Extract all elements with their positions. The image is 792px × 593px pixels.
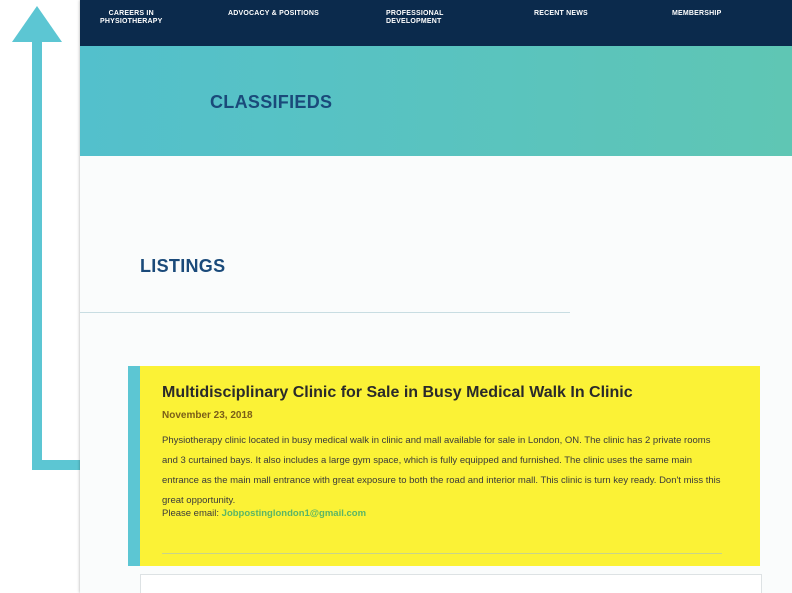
nav-item-recent-news[interactable]: RECENT NEWS <box>534 10 588 18</box>
annotation-arrow-shaft <box>32 30 42 470</box>
listing-divider <box>162 553 722 554</box>
listing-date: November 23, 2018 <box>162 410 253 421</box>
up-arrow-icon <box>12 6 62 42</box>
nav-item-careers[interactable]: CAREERS IN PHYSIOTHERAPY <box>100 10 163 26</box>
email-label: Please email: <box>162 508 220 519</box>
section-divider <box>80 312 570 313</box>
listing-description: Physiotherapy clinic located in busy med… <box>162 435 721 506</box>
nav-item-membership[interactable]: MEMBERSHIP <box>672 10 721 18</box>
main-content: LISTINGS Multidisciplinary Clinic for Sa… <box>80 156 792 593</box>
highlighted-listing: Multidisciplinary Clinic for Sale in Bus… <box>128 366 760 566</box>
website-screenshot: CAREERS IN PHYSIOTHERAPY ADVOCACY & POSI… <box>80 0 792 593</box>
top-nav: CAREERS IN PHYSIOTHERAPY ADVOCACY & POSI… <box>80 0 792 46</box>
nav-item-professional-development[interactable]: PROFESSIONAL DEVELOPMENT <box>386 10 444 26</box>
page-banner: CLASSIFIEDS <box>80 46 792 156</box>
nav-item-advocacy[interactable]: ADVOCACY & POSITIONS <box>228 10 319 18</box>
section-title: LISTINGS <box>140 256 226 276</box>
listing-contact: Please email: Jobpostinglondon1@gmail.co… <box>162 508 760 519</box>
email-link[interactable]: Jobpostinglondon1@gmail.com <box>222 508 366 519</box>
listing-title[interactable]: Multidisciplinary Clinic for Sale in Bus… <box>162 384 760 402</box>
page-title: CLASSIFIEDS <box>210 92 333 112</box>
listing-accent-bar <box>128 366 140 566</box>
next-listing-card[interactable] <box>140 574 762 593</box>
